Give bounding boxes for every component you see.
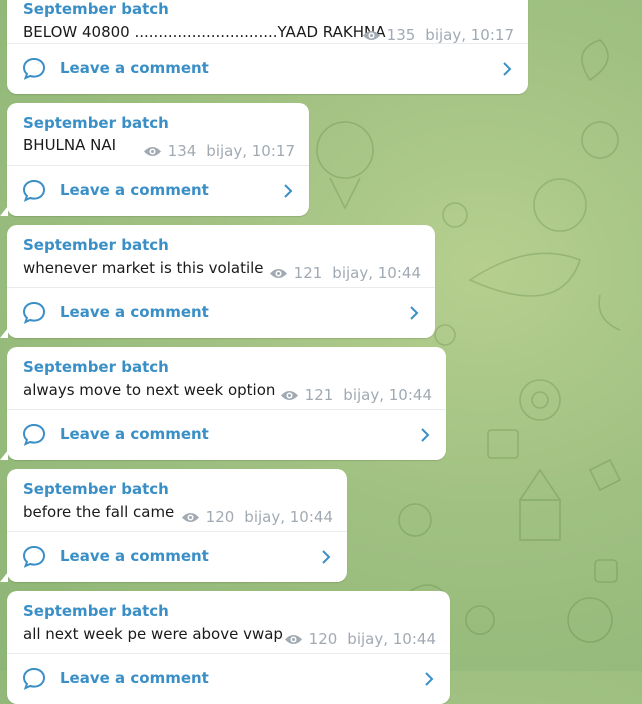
message-text: all next week pe were above vwap [23, 625, 283, 643]
message-signature: bijay, 10:44 [347, 630, 436, 648]
message-author: September batch [23, 480, 169, 498]
leave-comment-label: Leave a comment [60, 669, 209, 687]
chevron-right-icon [284, 184, 293, 198]
comment-bubble-icon [22, 667, 46, 690]
message-author: September batch [23, 358, 169, 376]
message-meta: 121 bijay, 10:44 [280, 386, 432, 404]
leave-comment-label: Leave a comment [60, 59, 209, 77]
view-count: 120 [205, 508, 235, 526]
comment-bubble-icon [22, 301, 46, 324]
view-count: 121 [304, 386, 334, 404]
channel-message[interactable]: September batch BHULNA NAI 134 bijay, 10… [0, 103, 309, 216]
message-signature: bijay, 10:17 [425, 26, 514, 44]
message-meta: 120 bijay, 10:44 [284, 630, 436, 648]
message-text: whenever market is this volatile [23, 259, 264, 277]
leave-comment-button[interactable]: Leave a comment [7, 44, 528, 94]
leave-comment-label: Leave a comment [60, 425, 209, 443]
message-meta: 121 bijay, 10:44 [269, 264, 421, 282]
message-author: September batch [23, 114, 169, 132]
eye-icon [362, 30, 380, 40]
channel-message[interactable]: September batch always move to next week… [0, 347, 446, 460]
leave-comment-button[interactable]: Leave a comment [7, 654, 450, 704]
eye-icon [269, 268, 287, 278]
eye-icon [284, 634, 302, 644]
leave-comment-label: Leave a comment [60, 181, 209, 199]
message-signature: bijay, 10:44 [244, 508, 333, 526]
leave-comment-button[interactable]: Leave a comment [7, 532, 347, 582]
chevron-right-icon [410, 306, 419, 320]
channel-message[interactable]: September batch whenever market is this … [0, 225, 435, 338]
message-author: September batch [23, 602, 169, 620]
comment-bubble-icon [22, 423, 46, 446]
channel-message[interactable]: September batch BELOW 40800 ............… [7, 0, 528, 94]
message-text: always move to next week option [23, 381, 276, 399]
comment-bubble-icon [22, 57, 46, 80]
message-author: September batch [23, 236, 169, 254]
eye-icon [280, 390, 298, 400]
message-meta: 134 bijay, 10:17 [143, 142, 295, 160]
message-text: before the fall came [23, 503, 175, 521]
message-text: BELOW 40800 ............................… [23, 23, 386, 41]
leave-comment-label: Leave a comment [60, 547, 209, 565]
chevron-right-icon [322, 550, 331, 564]
leave-comment-button[interactable]: Leave a comment [7, 410, 446, 460]
view-count: 134 [167, 142, 197, 160]
chevron-right-icon [503, 62, 512, 76]
message-signature: bijay, 10:17 [206, 142, 295, 160]
view-count: 135 [386, 26, 416, 44]
leave-comment-button[interactable]: Leave a comment [7, 166, 309, 216]
eye-icon [181, 512, 199, 522]
channel-message[interactable]: September batch before the fall came 120… [0, 469, 347, 582]
message-text: BHULNA NAI [23, 136, 117, 154]
message-author: September batch [23, 0, 169, 18]
eye-icon [143, 146, 161, 156]
comment-bubble-icon [22, 545, 46, 568]
message-meta: 135 bijay, 10:17 [362, 26, 514, 44]
chevron-right-icon [421, 428, 430, 442]
leave-comment-label: Leave a comment [60, 303, 209, 321]
message-signature: bijay, 10:44 [332, 264, 421, 282]
comment-bubble-icon [22, 179, 46, 202]
message-meta: 120 bijay, 10:44 [181, 508, 333, 526]
chevron-right-icon [425, 672, 434, 686]
view-count: 120 [308, 630, 338, 648]
message-signature: bijay, 10:44 [343, 386, 432, 404]
channel-message[interactable]: September batch all next week pe were ab… [7, 591, 450, 704]
leave-comment-button[interactable]: Leave a comment [7, 288, 435, 338]
view-count: 121 [293, 264, 323, 282]
